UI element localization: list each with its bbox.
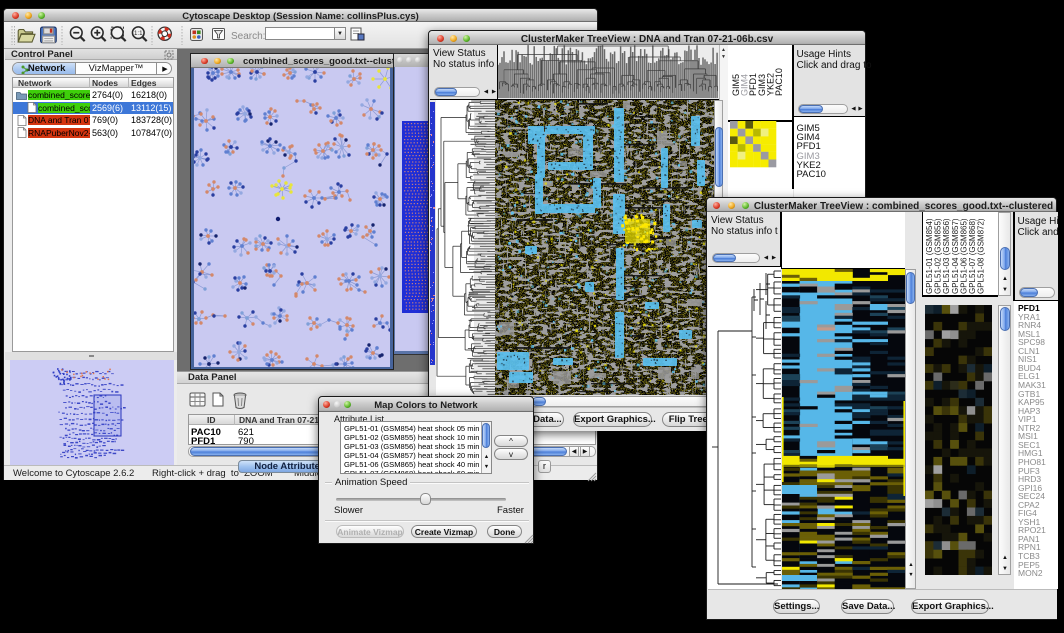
svg-text:1:1: 1:1 — [134, 30, 143, 37]
svg-text:Search:: Search: — [231, 31, 265, 42]
svg-text:PAC10: PAC10 — [774, 68, 784, 96]
svg-text:GPL51-08 (GSM872): GPL51-08 (GSM872) — [977, 218, 986, 294]
